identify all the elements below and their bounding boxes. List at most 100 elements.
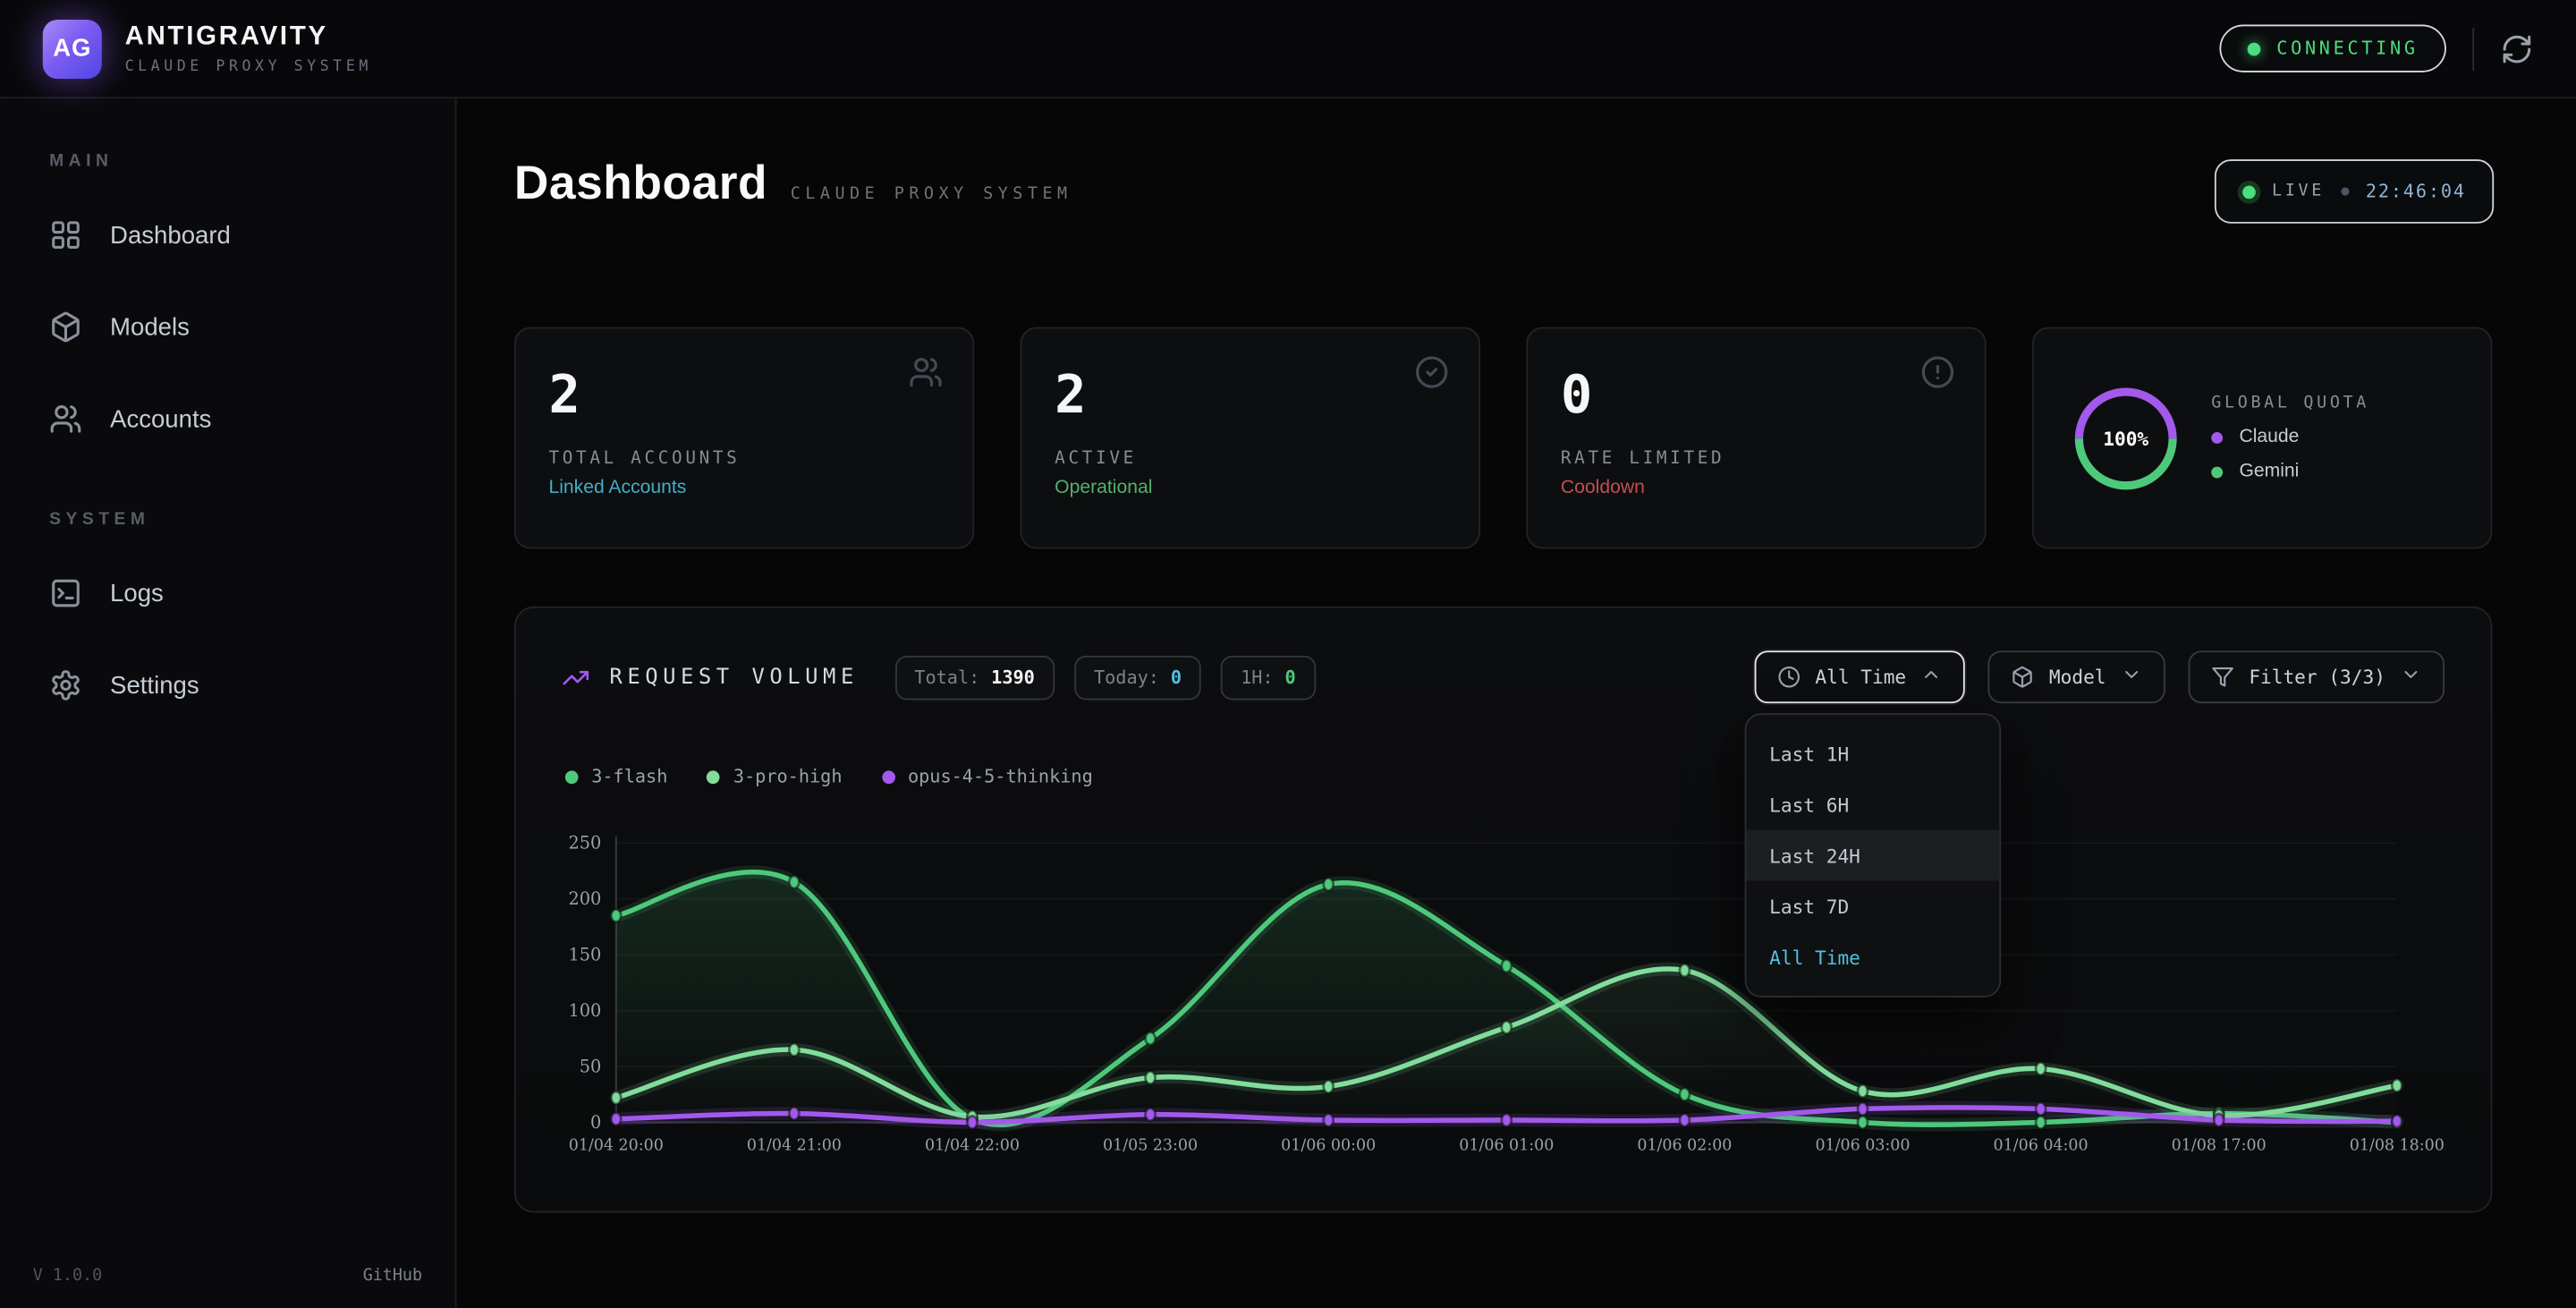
sidebar-item-models[interactable]: Models	[33, 302, 422, 352]
chart-title: REQUEST VOLUME	[609, 665, 858, 690]
sidebar-item-accounts[interactable]: Accounts	[33, 395, 422, 444]
badge-value: 1390	[991, 667, 1035, 688]
users-icon	[49, 403, 82, 436]
stat-badge-total: Total:1390	[894, 655, 1055, 700]
sidebar-item-settings[interactable]: Settings	[33, 660, 422, 709]
data-point-3-pro-high	[1324, 1081, 1334, 1093]
data-point-3-flash	[1324, 878, 1334, 890]
quota-legend-label: Gemini	[2239, 462, 2299, 481]
chart-header: REQUEST VOLUME Total:1390 Today: 0 1H:0 All…	[562, 650, 2445, 703]
stat-value: 2	[548, 368, 939, 420]
sidebar-section-label: MAIN	[49, 151, 422, 171]
brand-text: ANTIGRAVITY CLAUDE PROXY SYSTEM	[125, 22, 372, 75]
legend-dot-icon	[707, 770, 720, 784]
chevron-down-icon	[2400, 664, 2421, 685]
sidebar-item-label: Dashboard	[110, 221, 231, 249]
x-axis-tick-label: 01/08 18:00	[2350, 1137, 2445, 1155]
badge-label: Today:	[1094, 667, 1159, 688]
y-axis-tick-label: 200	[568, 888, 601, 909]
all-time-button[interactable]: All Time	[1754, 650, 1965, 703]
quota-label: GLOBAL QUOTA	[2211, 395, 2369, 412]
data-point-opus-4-5-thinking	[967, 1117, 977, 1129]
data-point-3-pro-high	[2392, 1079, 2402, 1091]
time-range-dropdown: Last 1HLast 6HLast 24HLast 7DAll Time	[1745, 713, 2002, 998]
refresh-icon	[2501, 32, 2534, 65]
x-axis-tick-label: 01/06 01:00	[1459, 1137, 1554, 1155]
data-point-3-flash	[2036, 1117, 2046, 1129]
brand-subtitle: CLAUDE PROXY SYSTEM	[125, 58, 372, 74]
quota-percent: 100%	[2073, 386, 2179, 491]
live-label: LIVE	[2272, 183, 2325, 200]
dropdown-item-last-7d[interactable]: Last 7D	[1746, 880, 1999, 931]
sidebar-item-label: Models	[110, 313, 190, 341]
sidebar-item-logs[interactable]: Logs	[33, 569, 422, 618]
legend-dot-icon	[2211, 431, 2223, 443]
y-axis-tick-label: 100	[568, 1000, 601, 1021]
stat-card-total-accounts: 2TOTAL ACCOUNTSLinked Accounts	[514, 327, 974, 549]
data-point-opus-4-5-thinking	[1502, 1114, 1512, 1126]
main-content: Dashboard CLAUDE PROXY SYSTEM LIVE 22:46…	[457, 98, 2576, 1308]
legend-label: opus-4-5-thinking	[908, 766, 1093, 787]
badge-label: 1H:	[1241, 667, 1274, 688]
github-link[interactable]: GitHub	[363, 1267, 422, 1285]
data-point-opus-4-5-thinking	[1324, 1114, 1334, 1126]
data-point-opus-4-5-thinking	[1680, 1114, 1690, 1126]
dropdown-item-last-24h[interactable]: Last 24H	[1746, 830, 1999, 881]
logo-initials: AG	[53, 35, 91, 63]
stat-label: ACTIVE	[1055, 448, 1445, 468]
separator-dot-icon	[2341, 187, 2349, 195]
check-circle-icon	[1414, 355, 1449, 390]
sidebar-section-label: SYSTEM	[49, 509, 422, 529]
data-point-3-flash	[611, 909, 621, 922]
y-axis-tick-label: 0	[590, 1112, 601, 1133]
terminal-icon	[49, 577, 82, 610]
dropdown-item-last-1h[interactable]: Last 1H	[1746, 728, 1999, 779]
filter-3-3-button[interactable]: Filter (3/3)	[2188, 650, 2445, 703]
quota-donut-chart: 100%	[2073, 386, 2179, 491]
legend-item-3-flash: 3-flash	[565, 766, 668, 787]
quota-legend-item-gemini: Gemini	[2211, 462, 2369, 481]
legend-label: 3-flash	[591, 766, 667, 787]
data-point-3-pro-high	[2036, 1063, 2046, 1075]
sidebar-item-dashboard[interactable]: Dashboard	[33, 210, 422, 259]
x-axis-tick-label: 01/05 23:00	[1103, 1137, 1198, 1155]
model-button[interactable]: Model	[1988, 650, 2165, 703]
clock-icon	[1777, 666, 1801, 689]
data-point-3-flash	[1146, 1032, 1156, 1045]
data-point-3-flash	[789, 876, 799, 888]
stat-sublabel: Linked Accounts	[548, 478, 939, 497]
data-point-3-pro-high	[611, 1091, 621, 1104]
request-volume-panel: REQUEST VOLUME Total:1390Today:01H:0 All…	[514, 607, 2492, 1213]
chevron-down-icon	[2121, 664, 2142, 685]
data-point-opus-4-5-thinking	[2214, 1114, 2224, 1126]
x-axis-tick-label: 01/06 04:00	[1994, 1137, 2089, 1155]
badge-value: 0	[1171, 667, 1182, 688]
x-axis-tick-label: 01/04 22:00	[925, 1137, 1020, 1155]
data-point-opus-4-5-thinking	[1146, 1108, 1156, 1121]
legend-dot-icon	[2211, 466, 2223, 478]
legend-label: 3-pro-high	[733, 766, 843, 787]
stat-badge-1h: 1H:0	[1221, 655, 1316, 700]
stat-label: RATE LIMITED	[1561, 448, 1952, 468]
live-clock: 22:46:04	[2366, 181, 2466, 202]
page-header: Dashboard CLAUDE PROXY SYSTEM	[514, 157, 1072, 212]
refresh-button[interactable]	[2501, 32, 2534, 65]
data-point-opus-4-5-thinking	[2036, 1103, 2046, 1116]
dropdown-item-all-time[interactable]: All Time	[1746, 931, 1999, 982]
stat-card-active: 2ACTIVEOperational	[1021, 327, 1480, 549]
trending-up-icon	[562, 663, 589, 691]
legend-item-opus-4-5-thinking: opus-4-5-thinking	[882, 766, 1093, 787]
users-icon	[909, 355, 944, 390]
stat-sublabel: Operational	[1055, 478, 1445, 497]
chevron-down-slot	[2400, 664, 2421, 690]
funnel-icon	[2211, 666, 2234, 689]
cube-icon	[49, 310, 82, 344]
live-status-badge: LIVE 22:46:04	[2215, 159, 2494, 224]
request-volume-chart: 05010015020025001/04 20:0001/04 21:0001/…	[548, 805, 2461, 1167]
x-axis-tick-label: 01/06 02:00	[1637, 1137, 1732, 1155]
data-point-opus-4-5-thinking	[2392, 1115, 2402, 1127]
chevron-up-slot	[1921, 664, 1943, 690]
sidebar-item-label: Accounts	[110, 405, 211, 433]
check-circle-icon-slot	[1414, 355, 1449, 390]
dropdown-item-last-6h[interactable]: Last 6H	[1746, 779, 1999, 830]
